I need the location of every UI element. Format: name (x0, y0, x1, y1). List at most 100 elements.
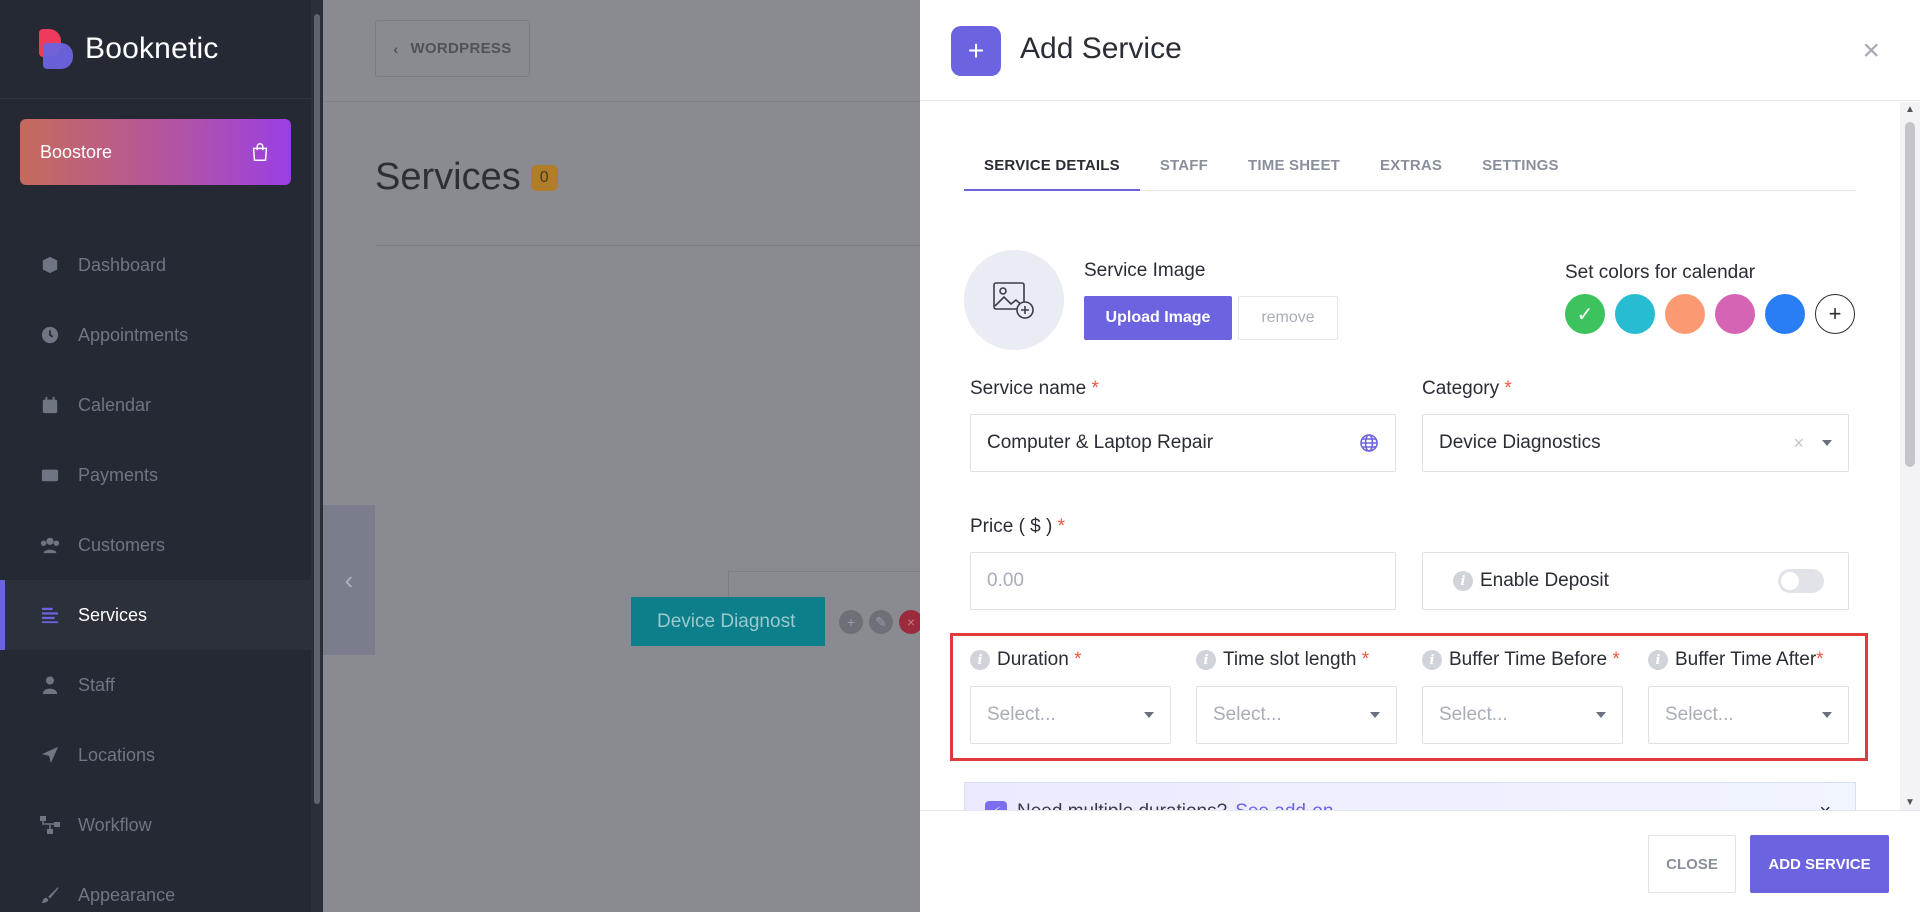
info-icon[interactable]: i (1422, 650, 1442, 670)
info-icon[interactable]: i (1648, 650, 1668, 670)
duration-group: i Duration * Select... (970, 648, 1171, 744)
price-label-text: Price ( $ ) (970, 516, 1053, 537)
service-category-card[interactable]: Device Diagnost (631, 597, 825, 646)
card-actions: + ✎ × (839, 610, 923, 634)
service-image-preview[interactable] (964, 250, 1064, 350)
chevron-down-icon (1822, 440, 1832, 446)
add-color-button[interactable]: + (1815, 294, 1855, 334)
tab-service-details[interactable]: SERVICE DETAILS (964, 153, 1140, 191)
scroll-up-icon[interactable]: ▲ (1905, 104, 1915, 115)
color-swatch-cyan[interactable] (1615, 294, 1655, 334)
enable-deposit-toggle[interactable] (1778, 569, 1824, 593)
services-count-badge: 0 (530, 164, 558, 191)
brand[interactable]: Booknetic (0, 0, 311, 99)
topbar: ‹ WORDPRESS (323, 0, 920, 102)
upload-image-button[interactable]: Upload Image (1084, 296, 1232, 340)
chevron-down-icon (1144, 712, 1154, 718)
banner-text: Need multiple durations? (1017, 801, 1227, 810)
required-mark: * (1504, 378, 1512, 399)
color-swatch-orange[interactable] (1665, 294, 1705, 334)
close-icon[interactable]: × (1819, 801, 1831, 811)
sidebar-item-staff[interactable]: Staff (0, 650, 311, 720)
buffer-after-group: i Buffer Time After * Select... (1648, 648, 1849, 744)
sidebar-item-label: Payments (78, 464, 159, 485)
sidebar-item-services[interactable]: Services (0, 580, 311, 650)
color-swatch-blue[interactable] (1765, 294, 1805, 334)
sidebar-item-calendar[interactable]: Calendar (0, 370, 311, 440)
workflow-icon (40, 815, 60, 835)
duration-select[interactable]: Select... (970, 686, 1171, 744)
main-content: ‹ WORDPRESS Services 0 ‹ Device Diagnost… (323, 0, 923, 912)
remove-image-button[interactable]: remove (1238, 296, 1338, 340)
wordpress-back-button[interactable]: ‹ WORDPRESS (375, 20, 530, 77)
chevron-left-icon: ‹ (344, 564, 354, 595)
buffer-after-label-text: Buffer Time After (1675, 649, 1817, 670)
scroll-down-icon[interactable]: ▼ (1905, 797, 1915, 808)
enable-deposit-row: i Enable Deposit (1422, 552, 1849, 610)
see-addon-link[interactable]: See add-on (1235, 801, 1333, 810)
buffer-before-label: i Buffer Time Before * (1422, 648, 1623, 672)
category-label-text: Category (1422, 378, 1500, 399)
boostore-button[interactable]: Boostore (20, 119, 291, 185)
tab-extras[interactable]: EXTRAS (1360, 153, 1462, 191)
wordpress-back-label: WORDPRESS (410, 40, 512, 57)
modal-footer: CLOSE ADD SERVICE (920, 810, 1920, 912)
sidebar-item-appointments[interactable]: Appointments (0, 300, 311, 370)
sidebar-item-locations[interactable]: Locations (0, 720, 311, 790)
booknetic-logo-icon (39, 29, 73, 69)
chevron-down-icon (1822, 712, 1832, 718)
color-swatch-green[interactable]: ✓ (1565, 294, 1605, 334)
category-label: Category * (1422, 378, 1512, 400)
buffer-before-label-text: Buffer Time Before (1449, 649, 1608, 670)
modal-title: Add Service (1020, 32, 1182, 65)
service-name-input[interactable]: Computer & Laptop Repair (970, 414, 1396, 472)
time-slot-select[interactable]: Select... (1196, 686, 1397, 744)
modal-scrollbar[interactable]: ▲ ▼ (1900, 102, 1920, 810)
buffer-before-select[interactable]: Select... (1422, 686, 1623, 744)
tab-settings[interactable]: SETTINGS (1462, 153, 1579, 191)
multiple-durations-banner: ⚡ Need multiple durations? See add-on × (964, 782, 1856, 810)
scrollbar-thumb[interactable] (1905, 122, 1915, 467)
sidebar-item-payments[interactable]: Payments (0, 440, 311, 510)
sidebar-item-label: Locations (78, 744, 156, 765)
edit-icon[interactable]: ✎ (869, 610, 893, 634)
sidebar-item-dashboard[interactable]: Dashboard (0, 230, 311, 300)
globe-icon[interactable] (1359, 433, 1379, 453)
plus-icon: + (951, 26, 1001, 76)
sidebar-item-appearance[interactable]: Appearance (0, 860, 311, 912)
buffer-after-select[interactable]: Select... (1648, 686, 1849, 744)
collapse-panel-button[interactable]: ‹ (323, 505, 375, 655)
sidebar-item-label: Appointments (78, 324, 189, 345)
add-icon[interactable]: + (839, 610, 863, 634)
info-icon[interactable]: i (1196, 650, 1216, 670)
sidebar-item-workflow[interactable]: Workflow (0, 790, 311, 860)
cube-icon (40, 255, 60, 275)
sidebar-scrollbar[interactable] (311, 0, 323, 912)
calendar-colors-label: Set colors for calendar (1565, 262, 1756, 283)
page-title-text: Services (375, 156, 521, 198)
price-input[interactable]: 0.00 (970, 552, 1396, 610)
wallet-icon (40, 465, 60, 485)
close-button[interactable]: CLOSE (1648, 835, 1736, 893)
check-icon: ✓ (1576, 303, 1594, 326)
divider (375, 245, 920, 246)
info-icon[interactable]: i (970, 650, 990, 670)
tab-staff[interactable]: STAFF (1140, 153, 1228, 191)
clock-icon (40, 325, 60, 345)
scrollbar-thumb[interactable] (314, 14, 320, 804)
tab-time-sheet[interactable]: TIME SHEET (1228, 153, 1360, 191)
clear-icon[interactable]: × (1793, 433, 1804, 454)
duration-placeholder: Select... (987, 704, 1056, 725)
info-icon[interactable]: i (1453, 571, 1473, 591)
sidebar-item-label: Calendar (78, 394, 152, 415)
category-select[interactable]: Device Diagnostics × (1422, 414, 1849, 472)
modal-header: + Add Service × (920, 0, 1920, 101)
add-service-button[interactable]: ADD SERVICE (1750, 835, 1889, 893)
close-icon[interactable]: × (1862, 36, 1880, 66)
color-swatches: ✓ + (1565, 294, 1855, 334)
buffer-after-label: i Buffer Time After * (1648, 648, 1849, 672)
sidebar-item-customers[interactable]: Customers (0, 510, 311, 580)
chevron-down-icon (1596, 712, 1606, 718)
tree-connector (728, 571, 920, 597)
color-swatch-pink[interactable] (1715, 294, 1755, 334)
